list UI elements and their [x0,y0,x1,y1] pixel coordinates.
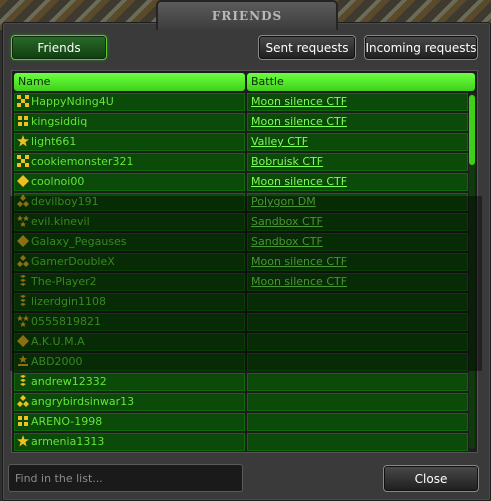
table-row[interactable]: coolnoi00 Moon silence CTF [14,173,468,191]
star-icon [17,135,29,147]
friend-name: coolnoi00 [31,175,85,188]
grid-icon [17,415,29,427]
friend-name: andrew12332 [31,375,107,388]
table-row[interactable]: kingsiddiq Moon silence CTF [14,113,468,131]
table-row[interactable]: andrew12332 [14,373,468,391]
friend-name: light661 [31,135,77,148]
table-row[interactable]: ARENO-1998 [14,413,468,431]
battle-cell: Moon silence CTF [247,93,468,111]
friend-name-cell[interactable]: cookiemonster321 [14,153,245,171]
table-row[interactable]: angrybirdsinwar13 [14,393,468,411]
battle-cell [247,413,468,431]
star-icon [17,435,29,447]
battle-cell [247,373,468,391]
chevron-icon [17,375,29,387]
battle-cell: Bobruisk CTF [247,153,468,171]
table-row[interactable]: light661 Valley CTF [14,133,468,151]
friend-name-cell[interactable]: angrybirdsinwar13 [14,393,245,411]
battle-cell: Moon silence CTF [247,173,468,191]
friend-name: angrybirdsinwar13 [31,395,135,408]
friend-name: cookiemonster321 [31,155,134,168]
search-input[interactable] [8,464,243,492]
battle-link[interactable]: Valley CTF [251,135,308,148]
friend-name: armenia1313 [31,435,105,448]
friends-table: Name Battle HappyNding4U Moon silence CTF… [10,70,482,453]
triple-chevron-icon [17,395,29,407]
friend-name-cell[interactable]: light661 [14,133,245,151]
friend-name-cell[interactable]: coolnoi00 [14,173,245,191]
incoming-requests-tab-button[interactable]: Incoming requests [364,35,478,60]
column-header-battle[interactable]: Battle [247,73,475,91]
battle-link[interactable]: Moon silence CTF [251,115,347,128]
battle-cell: Valley CTF [247,133,468,151]
battle-link[interactable]: Bobruisk CTF [251,155,323,168]
scrollbar-thumb[interactable] [469,95,475,165]
battle-cell [247,393,468,411]
friend-name-cell[interactable]: ARENO-1998 [14,413,245,431]
crosses-icon [17,155,29,167]
friend-name-cell[interactable]: kingsiddiq [14,113,245,131]
table-row[interactable]: HappyNding4U Moon silence CTF [14,93,468,111]
friend-name-cell[interactable]: andrew12332 [14,373,245,391]
friends-tab-button[interactable]: Friends [11,35,107,60]
table-row[interactable]: cookiemonster321 Bobruisk CTF [14,153,468,171]
friend-name: ARENO-1998 [31,415,103,428]
friend-name-cell[interactable]: armenia1313 [14,433,245,451]
diamond-icon [17,175,29,187]
friend-name: kingsiddiq [31,115,88,128]
close-button[interactable]: Close [383,465,479,492]
battle-link[interactable]: Moon silence CTF [251,175,347,188]
sent-requests-tab-button[interactable]: Sent requests [258,35,356,60]
friend-name-cell[interactable]: HappyNding4U [14,93,245,111]
window-title: FRIENDS [156,0,338,30]
column-header-name[interactable]: Name [14,73,245,91]
dimming-overlay [10,196,482,371]
battle-cell [247,433,468,451]
battle-cell: Moon silence CTF [247,113,468,131]
battle-link[interactable]: Moon silence CTF [251,95,347,108]
crosses-icon [17,95,29,107]
grid-icon [17,115,29,127]
table-row[interactable]: armenia1313 [14,433,468,451]
friend-name: HappyNding4U [31,95,114,108]
